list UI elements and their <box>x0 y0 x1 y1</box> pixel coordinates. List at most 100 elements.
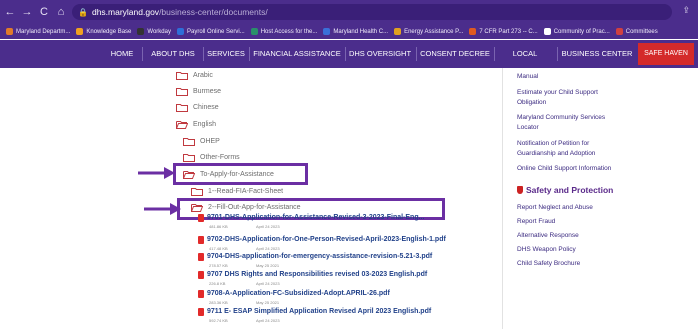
bookmark-item[interactable]: Payroll Online Servi... <box>176 28 245 35</box>
back-icon[interactable]: ← <box>3 6 17 18</box>
link-online-child-support[interactable]: Online Child Support Information <box>517 164 611 174</box>
folder-other-forms[interactable]: Other-Forms <box>183 153 240 162</box>
nav-dhs-oversight[interactable]: DHS OVERSIGHT <box>347 40 413 68</box>
nav-financial-assistance[interactable]: FINANCIAL ASSISTANCE <box>252 40 342 68</box>
pdf-icon <box>198 271 204 279</box>
folder-english[interactable]: English <box>176 120 216 129</box>
folder-read-fia[interactable]: 1--Read-FIA-Fact-Sheet <box>191 187 283 196</box>
file-size: 283.36 KB <box>209 300 228 305</box>
address-bar[interactable]: 🔒 dhs.maryland.gov/business-center/docum… <box>72 4 672 20</box>
folder-burmese[interactable]: Burmese <box>176 87 221 96</box>
bookmark-item[interactable]: Workday <box>137 28 171 35</box>
file-date: May 25 2021 <box>256 300 280 305</box>
sidebar-divider <box>502 68 503 329</box>
bookmark-label: Maryland Departm... <box>16 28 71 35</box>
file-name-link[interactable]: 9702-DHS-Application-for-One-Person-Revi… <box>207 236 446 243</box>
home-icon[interactable]: ⌂ <box>54 6 68 18</box>
reload-icon[interactable]: C <box>37 6 51 18</box>
nav-divider <box>345 47 346 61</box>
folder-label: 1--Read-FIA-Fact-Sheet <box>208 188 284 195</box>
link-manual[interactable]: Manual <box>517 72 538 82</box>
file-row[interactable]: 9708-A-Application-FC-Subsidized-Adopt.A… <box>198 290 478 306</box>
url-host: dhs.maryland.gov <box>91 7 160 17</box>
file-name-link[interactable]: 9708-A-Application-FC-Subsidized-Adopt.A… <box>207 290 390 297</box>
file-date: May 25 2021 <box>256 263 280 268</box>
link-line: Obligation <box>517 99 547 106</box>
folder-icon <box>183 153 195 162</box>
bookmark-label: Committees <box>625 28 658 35</box>
link-line: Estimate your Child Support <box>517 89 598 96</box>
nav-business-center[interactable]: BUSINESS CENTER <box>560 40 634 68</box>
nav-consent-decree[interactable]: CONSENT DECREE <box>418 40 492 68</box>
file-date: April 24 2023 <box>256 318 280 323</box>
folder-label: OHEP <box>200 138 220 145</box>
pdf-icon <box>198 214 204 222</box>
file-size: 592.74 KB <box>209 318 228 323</box>
folder-icon <box>176 71 188 80</box>
bookmark-label: Host Access for the... <box>260 28 318 35</box>
folder-chinese[interactable]: Chinese <box>176 103 219 112</box>
bookmark-icon <box>6 28 13 35</box>
folder-icon <box>176 103 188 112</box>
pdf-icon <box>198 253 204 261</box>
bookmark-item[interactable]: Maryland Departm... <box>6 28 70 35</box>
nav-divider <box>416 47 417 61</box>
bookmark-item[interactable]: Maryland Health C... <box>323 28 388 35</box>
file-name-link[interactable]: 9707 DHS Rights and Responsibilities rev… <box>207 271 427 278</box>
folder-icon <box>191 187 203 196</box>
nav-about-dhs[interactable]: ABOUT DHS <box>145 40 201 68</box>
nav-services[interactable]: SERVICES <box>205 40 247 68</box>
forward-icon[interactable]: → <box>20 6 34 18</box>
link-report-fraud[interactable]: Report Fraud <box>517 217 555 227</box>
bookmarks-bar: Maryland Departm... Knowledge Base Workday… <box>0 24 698 39</box>
link-community-services-locator[interactable]: Maryland Community Services Locator <box>517 113 605 133</box>
link-estimate-child-support[interactable]: Estimate your Child Support Obligation <box>517 88 598 108</box>
file-row[interactable]: 9702-DHS-Application-for-One-Person-Revi… <box>198 236 478 252</box>
folder-arabic[interactable]: Arabic <box>176 71 213 80</box>
pdf-icon <box>198 308 204 316</box>
share-icon[interactable]: ⇪ <box>682 5 690 16</box>
folder-ohep[interactable]: OHEP <box>183 137 220 146</box>
nav-divider <box>494 47 495 61</box>
bookmark-icon <box>394 28 402 35</box>
safe-haven-button[interactable]: SAFE HAVEN <box>638 43 694 65</box>
file-row[interactable]: 9704-DHS-application-for-emergency-assis… <box>198 253 478 269</box>
file-date: April 24 2023 <box>256 281 280 286</box>
nav-home[interactable]: HOME <box>104 40 140 68</box>
link-alternative-response[interactable]: Alternative Response <box>517 231 579 241</box>
bookmark-item[interactable]: Energy Assistance P... <box>394 28 463 35</box>
file-name-link[interactable]: 9701-DHS-Application-for-Assistance-Revi… <box>207 214 424 221</box>
file-size: 481.86 KB <box>209 224 228 229</box>
file-size: 417.48 KB <box>209 246 228 251</box>
file-date: April 24 2023 <box>256 224 280 229</box>
file-row[interactable]: 9707 DHS Rights and Responsibilities rev… <box>198 271 478 287</box>
bookmark-icon <box>323 28 331 35</box>
file-name-link[interactable]: 9704-DHS-application-for-emergency-assis… <box>207 253 432 260</box>
pdf-icon <box>198 236 204 244</box>
nav-local-offices[interactable]: LOCAL OFFICES <box>496 40 554 86</box>
nav-divider <box>557 47 558 61</box>
file-row[interactable]: 9711 E- ESAP Simplified Application Revi… <box>198 308 478 324</box>
browser-toolbar: ← → C ⌂ 🔒 dhs.maryland.gov/business-cent… <box>0 0 698 24</box>
bookmark-label: Maryland Health C... <box>333 28 389 35</box>
bookmark-item[interactable]: 7 CFR Part 273 -- C... <box>469 28 538 35</box>
bookmark-item[interactable]: Host Access for the... <box>250 28 318 35</box>
folder-icon <box>183 137 195 146</box>
lock-icon: 🔒 <box>78 7 88 17</box>
file-row[interactable]: 9701-DHS-Application-for-Assistance-Revi… <box>198 214 478 230</box>
bookmark-icon <box>615 28 623 35</box>
bookmark-icon <box>137 28 145 35</box>
bookmark-item[interactable]: Committees <box>615 28 658 35</box>
bookmark-label: Energy Assistance P... <box>404 28 464 35</box>
link-notification-petition[interactable]: Notification of Petition for Guardianshi… <box>517 139 595 159</box>
file-name-link[interactable]: 9711 E- ESAP Simplified Application Revi… <box>207 308 431 315</box>
bookmark-label: Workday <box>147 28 171 35</box>
folder-icon <box>176 87 188 96</box>
folder-label: Chinese <box>193 104 219 111</box>
bookmark-label: 7 CFR Part 273 -- C... <box>479 28 538 35</box>
bookmark-item[interactable]: Community of Prac... <box>543 28 610 35</box>
bookmark-item[interactable]: Knowledge Base <box>76 28 131 35</box>
link-child-safety-brochure[interactable]: Child Safety Brochure <box>517 259 580 269</box>
link-report-neglect[interactable]: Report Neglect and Abuse <box>517 203 593 213</box>
link-weapon-policy[interactable]: DHS Weapon Policy <box>517 245 576 255</box>
